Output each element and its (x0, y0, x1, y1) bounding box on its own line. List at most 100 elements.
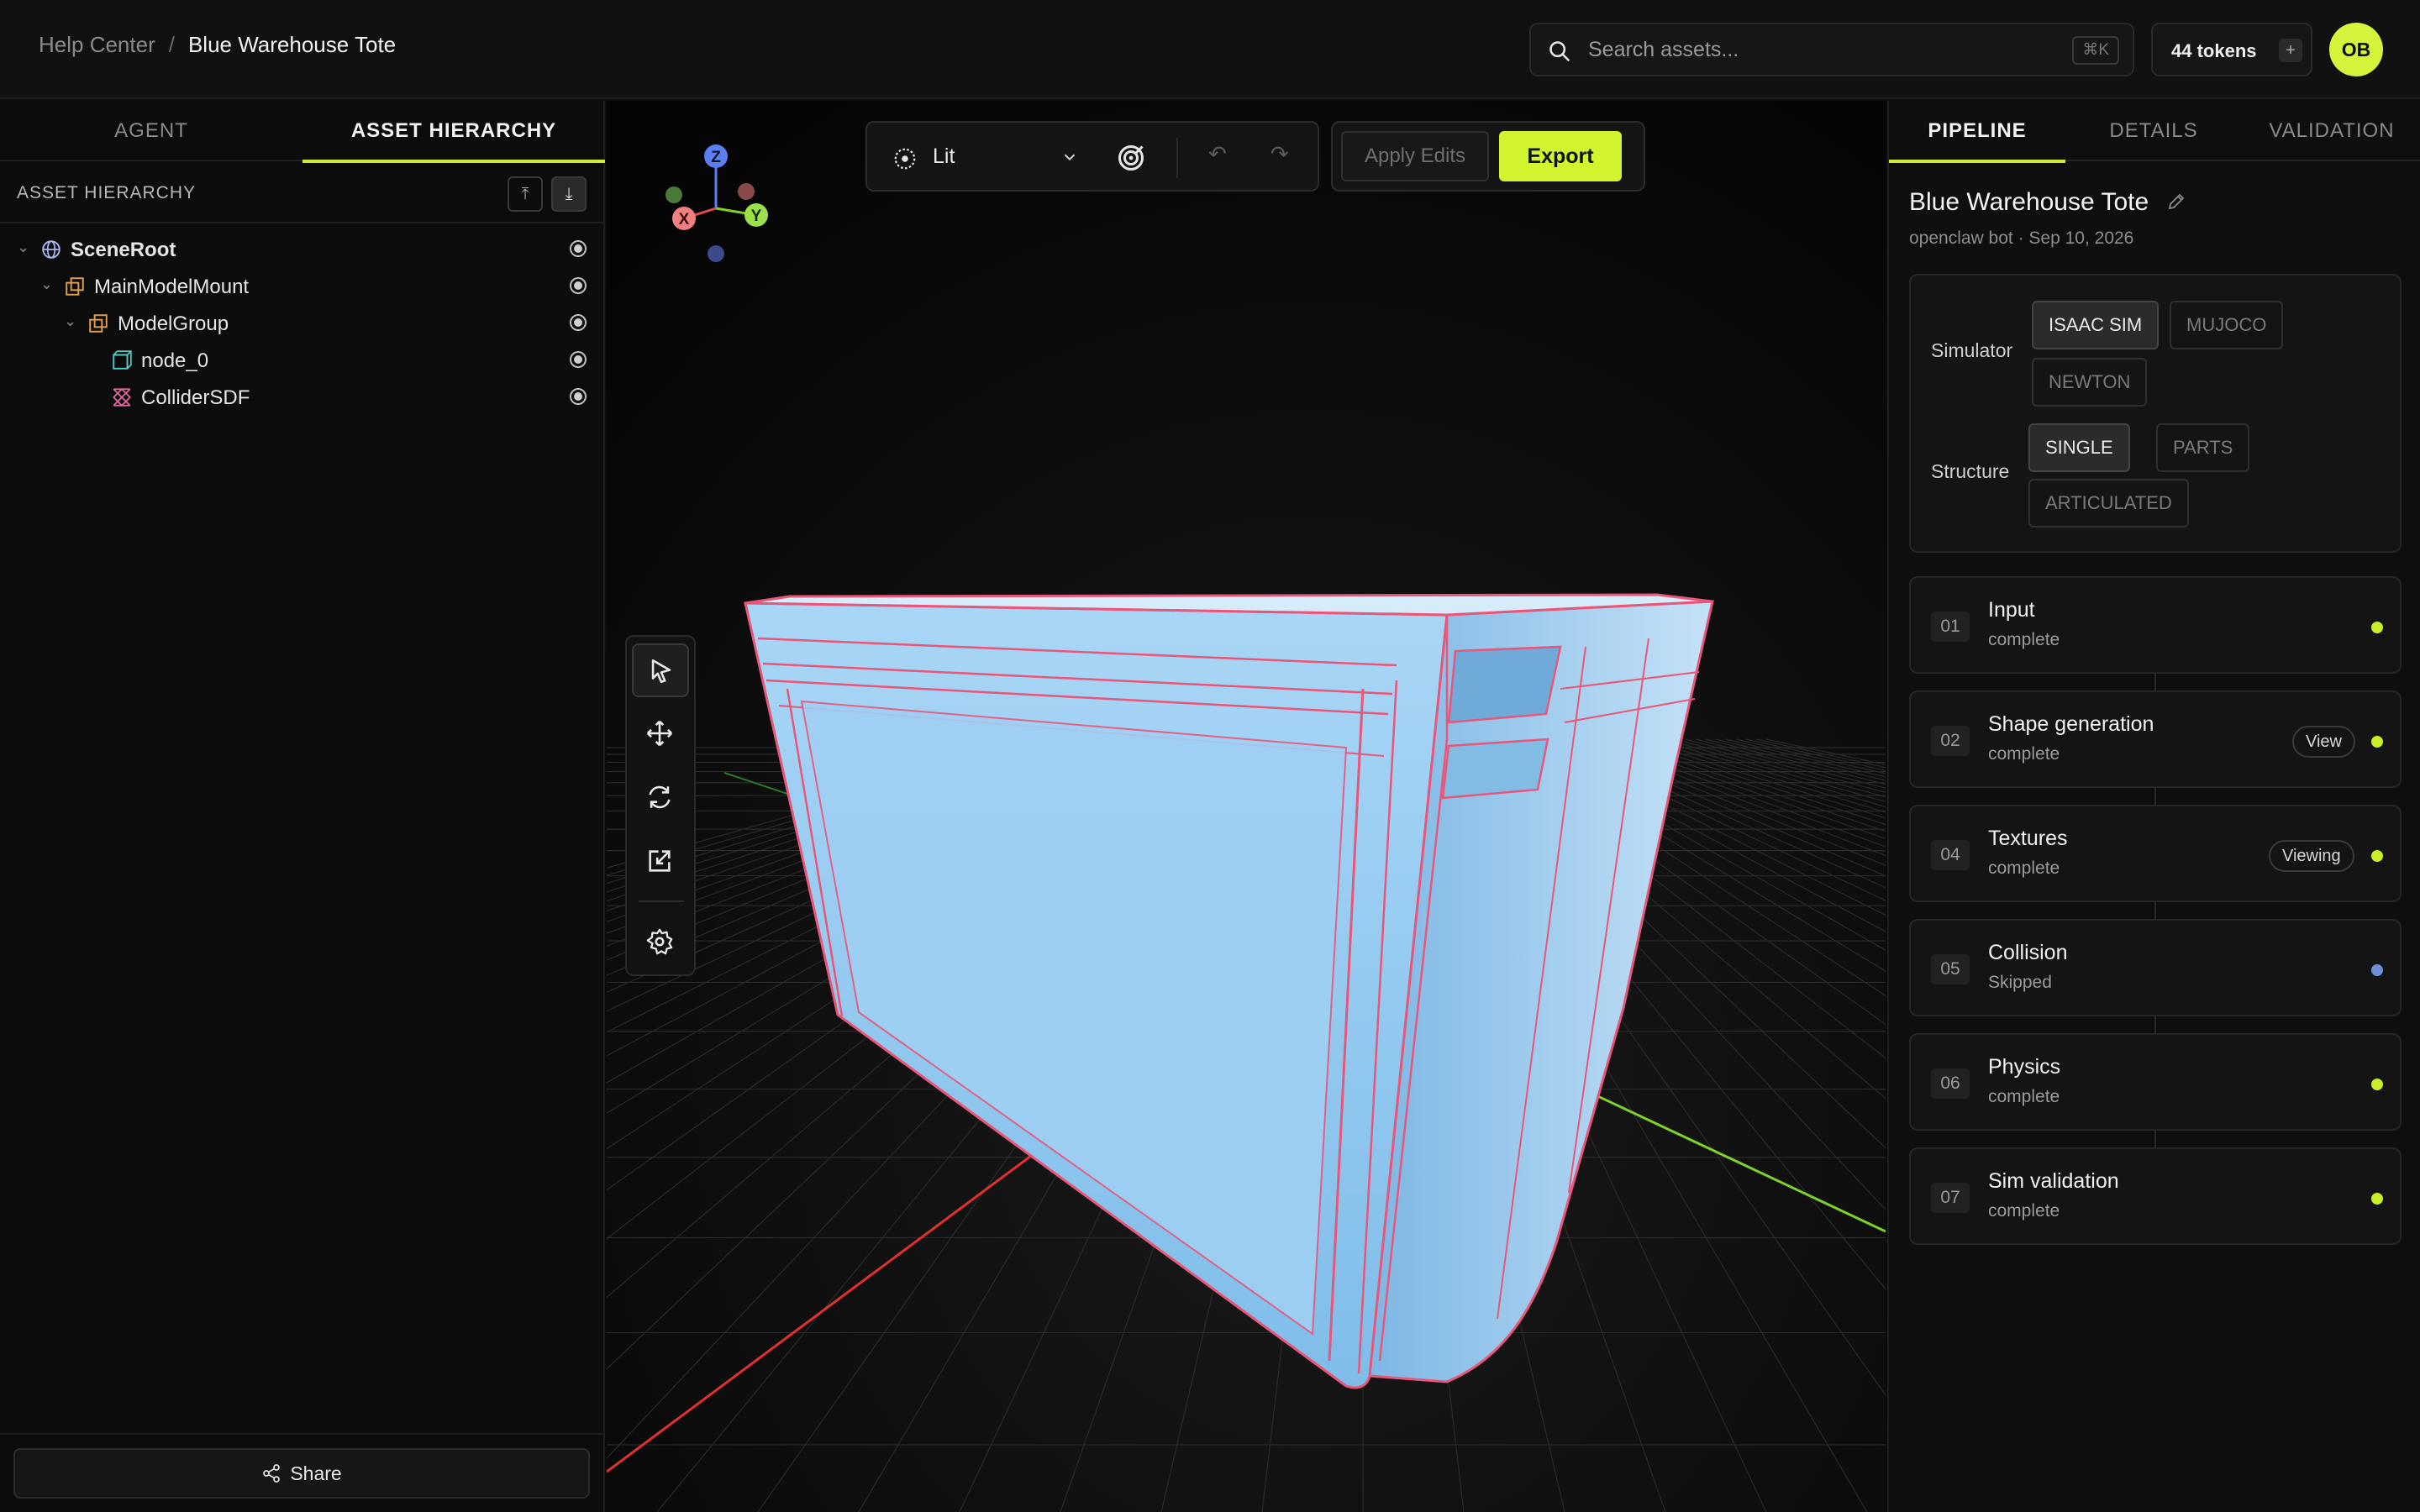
visibility-icon[interactable] (570, 388, 587, 405)
tokens-button[interactable]: 44 tokens + (2151, 23, 2312, 76)
step-status: complete (1988, 630, 2060, 649)
step-name: Input (1988, 598, 2035, 622)
step-name: Sim validation (1988, 1169, 2119, 1193)
asset-meta: openclaw bot · Sep 10, 2026 (1909, 228, 2134, 248)
visibility-icon[interactable] (570, 240, 587, 257)
structure-option-single[interactable]: SINGLE (2028, 423, 2130, 472)
toolbar-divider (1176, 138, 1178, 178)
pipeline-step-physics[interactable]: 06 Physics complete (1909, 1033, 2402, 1131)
gizmo-neg-x[interactable] (738, 183, 755, 200)
export-button[interactable]: Export (1499, 131, 1622, 181)
pipeline-step-sim-validation[interactable]: 07 Sim validation complete (1909, 1147, 2402, 1245)
status-dot (2371, 1079, 2383, 1090)
search-input[interactable]: Search assets... (1588, 38, 1739, 62)
breadcrumb-separator: / (168, 32, 175, 57)
visibility-icon[interactable] (570, 314, 587, 331)
tree-item-collidersdf[interactable]: ColliderSDF (0, 380, 603, 417)
rotate-tool-button[interactable] (632, 771, 689, 825)
group-icon (89, 314, 108, 333)
mesh-icon (113, 350, 132, 370)
tree-item-modelgroup[interactable]: ⌄ ModelGroup (0, 306, 603, 343)
tab-validation[interactable]: VALIDATION (2242, 101, 2420, 161)
structure-label: Structure (1931, 460, 2010, 482)
gizmo-neg-y[interactable] (666, 186, 682, 203)
step-connector (2154, 788, 2156, 805)
viewing-badge[interactable]: Viewing (2269, 840, 2354, 872)
simulator-option-isaac-sim[interactable]: ISAAC SIM (2032, 301, 2160, 349)
gizmo-z-label: Z (711, 149, 721, 166)
viewport-settings-button[interactable] (632, 916, 689, 969)
tree-item-label: ColliderSDF (141, 386, 250, 409)
breadcrumb-help-center[interactable]: Help Center (39, 32, 155, 58)
edit-title-icon[interactable] (2166, 192, 2186, 212)
structure-option-articulated[interactable]: ARTICULATED (2028, 479, 2189, 528)
step-name: Collision (1988, 941, 2068, 964)
simulator-option-mujoco[interactable]: MUJOCO (2170, 301, 2284, 349)
pipeline-step-shape-generation[interactable]: 02 Shape generation complete View (1909, 690, 2402, 788)
3d-viewport[interactable]: Z X Y Lit ↶ ↷ Apply Edits Export (607, 101, 1886, 1512)
pipeline-step-collision[interactable]: 05 Collision Skipped (1909, 919, 2402, 1016)
step-number: 07 (1931, 1183, 1970, 1213)
step-number: 04 (1931, 840, 1970, 870)
visibility-icon[interactable] (570, 351, 587, 368)
step-number: 01 (1931, 612, 1970, 642)
search-shortcut-badge: ⌘K (2072, 36, 2119, 65)
collapse-all-button[interactable]: ⤒ (508, 176, 543, 212)
step-name: Textures (1988, 827, 2068, 850)
scale-tool-button[interactable] (632, 835, 689, 889)
add-tokens-button[interactable]: + (2279, 39, 2302, 62)
tree-item-sceneroot[interactable]: ⌄ SceneRoot (0, 232, 603, 269)
tree-item-node-0[interactable]: node_0 (0, 343, 603, 380)
render-mode-select[interactable]: Lit (933, 144, 955, 169)
move-tool-button[interactable] (632, 707, 689, 761)
focus-target-icon[interactable] (1116, 143, 1146, 173)
tab-asset-hierarchy[interactable]: ASSET HIERARCHY (302, 101, 605, 163)
tools-divider (639, 900, 684, 902)
view-button[interactable]: View (2292, 726, 2355, 758)
divider (0, 1433, 603, 1435)
tab-details[interactable]: DETAILS (2065, 101, 2242, 161)
render-toolbar: Lit ↶ ↷ (865, 121, 1319, 192)
status-dot (2371, 850, 2383, 862)
tree-item-mainmodelmount[interactable]: ⌄ MainModelMount (0, 269, 603, 306)
right-tabs: PIPELINE DETAILS VALIDATION (1889, 101, 2420, 163)
expand-all-button[interactable]: ⤓ (551, 176, 587, 212)
tab-pipeline[interactable]: PIPELINE (1889, 101, 2065, 163)
step-status: complete (1988, 1087, 2060, 1106)
search-box[interactable]: Search assets... ⌘K (1529, 23, 2134, 76)
tree-item-label: MainModelMount (94, 276, 250, 298)
pipeline-step-textures[interactable]: 04 Textures complete Viewing (1909, 805, 2402, 902)
structure-option-parts[interactable]: PARTS (2156, 423, 2250, 472)
left-panel: AGENT ASSET HIERARCHY ASSET HIERARCHY ⤒ … (0, 101, 605, 1512)
chevron-down-icon[interactable]: ⌄ (40, 276, 53, 293)
chevron-down-icon[interactable]: ⌄ (17, 239, 29, 256)
chevron-down-icon[interactable]: ⌄ (64, 312, 76, 330)
step-name: Physics (1988, 1055, 2061, 1079)
status-dot (2371, 964, 2383, 976)
apply-edits-button[interactable]: Apply Edits (1341, 131, 1489, 181)
select-icon (651, 659, 671, 684)
step-connector (2154, 902, 2156, 919)
visibility-icon[interactable] (570, 277, 587, 294)
step-number: 06 (1931, 1068, 1970, 1099)
step-status: complete (1988, 858, 2060, 878)
simulator-label: Simulator (1931, 339, 2013, 361)
status-dot (2371, 1193, 2383, 1205)
redo-button[interactable]: ↷ (1270, 141, 1289, 167)
mount-icon (66, 277, 84, 296)
scene-canvas[interactable]: Z X Y (607, 101, 1886, 1512)
avatar[interactable]: OB (2329, 23, 2383, 76)
share-button[interactable]: Share (13, 1448, 590, 1499)
simulator-option-newton[interactable]: NEWTON (2032, 358, 2148, 407)
pipeline-step-input[interactable]: 01 Input complete (1909, 576, 2402, 674)
gizmo-neg-z[interactable] (708, 245, 724, 262)
step-number: 05 (1931, 954, 1970, 984)
scale-icon (649, 850, 671, 872)
tree-item-label: SceneRoot (71, 239, 176, 261)
gizmo-x-label: X (679, 211, 690, 228)
chevron-down-icon[interactable] (1060, 148, 1079, 166)
select-tool-button[interactable] (632, 643, 689, 697)
tab-agent[interactable]: AGENT (0, 101, 302, 161)
gizmo-y-label: Y (751, 207, 762, 225)
undo-button[interactable]: ↶ (1208, 141, 1227, 167)
